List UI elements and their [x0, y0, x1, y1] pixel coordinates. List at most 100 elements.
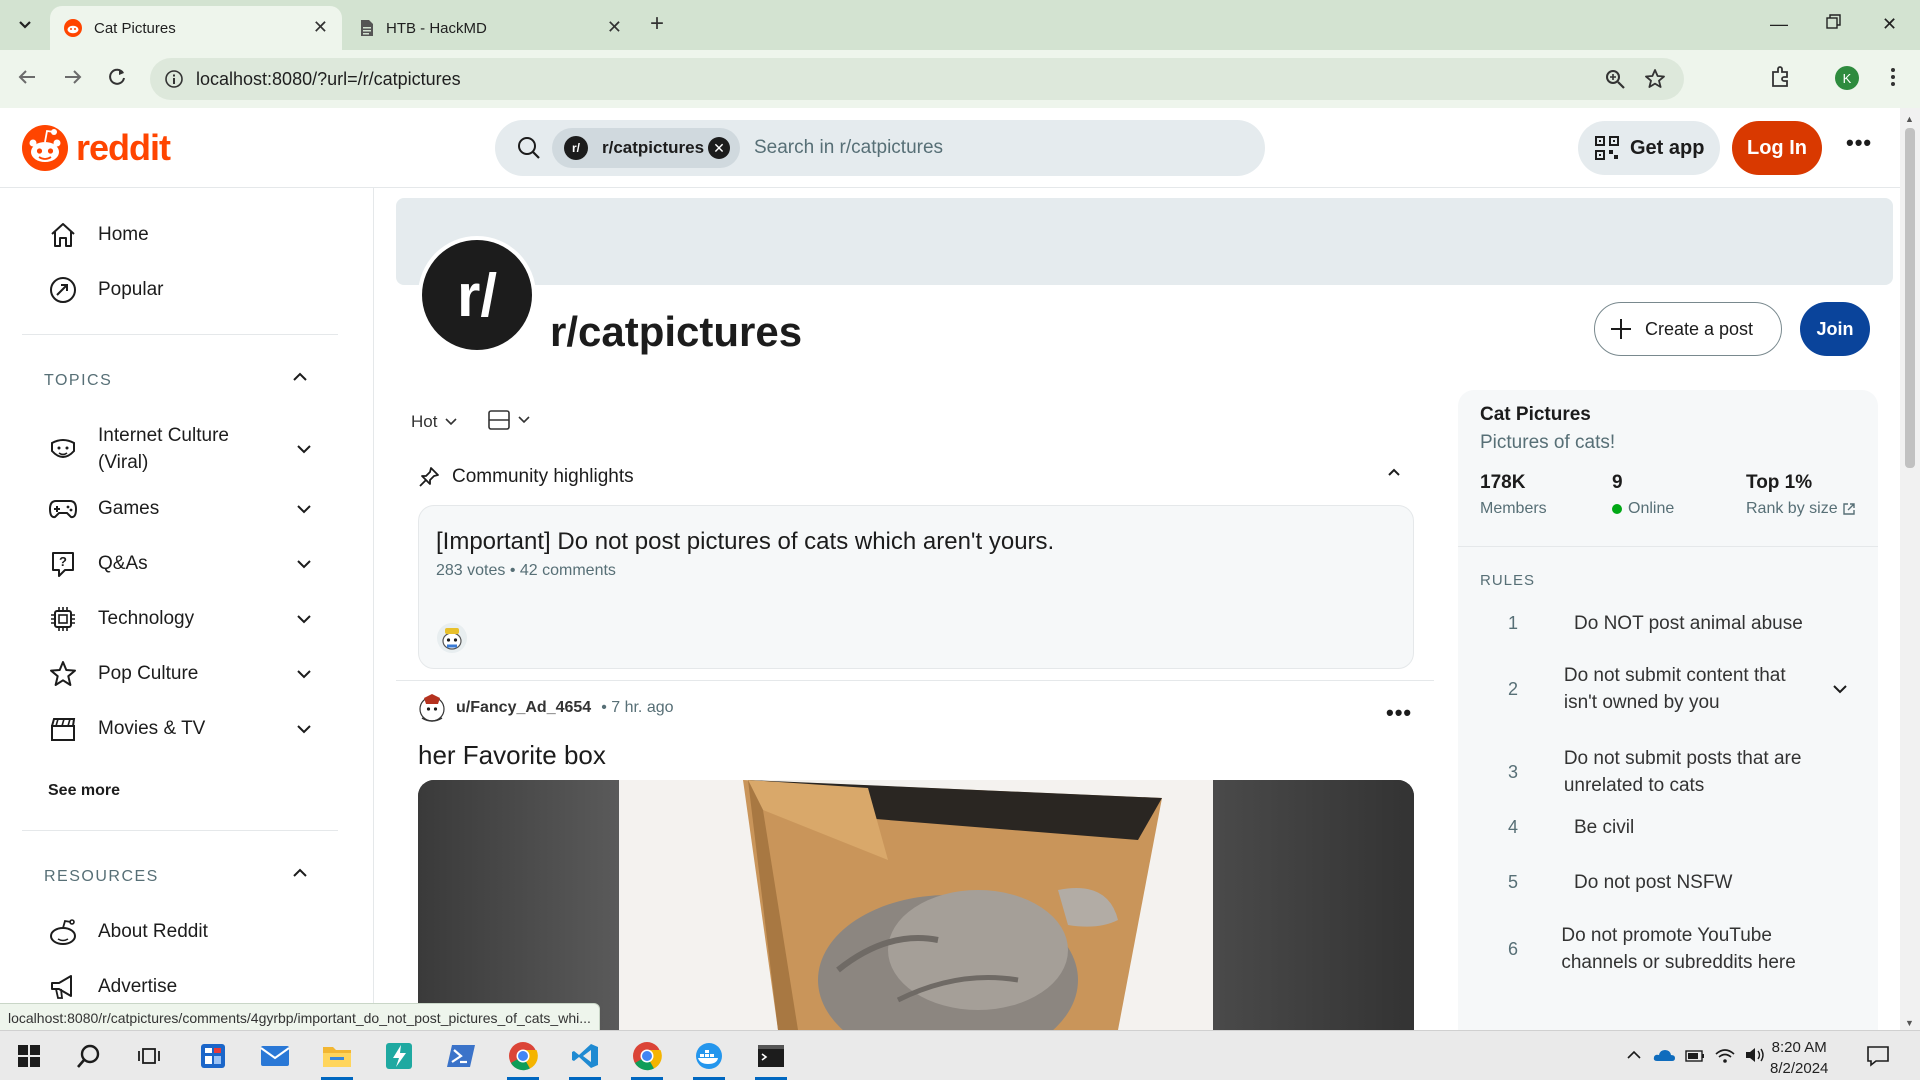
sidebar-item-technology[interactable]: Technology	[48, 604, 311, 634]
chevron-down-icon	[518, 416, 530, 424]
sidebar-item-advertise[interactable]: Advertise	[48, 972, 177, 1002]
chevron-up-icon[interactable]	[292, 868, 308, 878]
bookmark-star-icon[interactable]	[1644, 68, 1666, 90]
sidebar-item-popular[interactable]: Popular	[48, 275, 164, 305]
sidebar-item-internet-culture[interactable]: Internet Culture (Viral)	[48, 422, 311, 476]
sort-dropdown[interactable]: Hot	[411, 412, 458, 432]
chevron-down-icon[interactable]	[296, 614, 312, 624]
tab-hackmd[interactable]: HTB - HackMD ✕	[346, 6, 636, 50]
resources-header[interactable]: RESOURCES	[44, 868, 159, 886]
join-button[interactable]: Join	[1800, 302, 1870, 356]
docker-icon[interactable]	[684, 1031, 734, 1081]
chevron-down-icon[interactable]	[296, 559, 312, 569]
chrome-icon[interactable]	[622, 1031, 672, 1081]
tab-search-button[interactable]	[10, 10, 40, 40]
volume-icon[interactable]	[1744, 1046, 1766, 1064]
rule-item[interactable]: 3 Do not submit posts that are unrelated…	[1508, 745, 1808, 799]
back-arrow-icon[interactable]	[16, 66, 38, 88]
post-options-icon[interactable]: •••	[1386, 700, 1412, 726]
mail-app-icon[interactable]	[250, 1031, 300, 1081]
sidebar-item-about-reddit[interactable]: About Reddit	[48, 917, 208, 947]
sidebar-item-pop-culture[interactable]: Pop Culture	[48, 659, 311, 689]
task-view-icon[interactable]	[124, 1031, 174, 1081]
close-tab-icon[interactable]: ✕	[607, 18, 622, 36]
battery-icon[interactable]	[1684, 1046, 1706, 1064]
chevron-down-icon[interactable]	[1832, 684, 1848, 694]
chrome-icon[interactable]	[498, 1031, 548, 1081]
stat-value: 178K	[1480, 472, 1526, 493]
bolt-app-icon[interactable]	[374, 1031, 424, 1081]
rule-item[interactable]: 2 Do not submit content that isn't owned…	[1508, 662, 1808, 716]
reddit-logo[interactable]: reddit	[22, 125, 171, 171]
close-tab-icon[interactable]: ✕	[313, 18, 328, 36]
rule-item[interactable]: 5 Do not post NSFW	[1508, 869, 1838, 896]
site-info-icon[interactable]	[164, 69, 184, 89]
chevron-down-icon[interactable]	[296, 444, 312, 454]
search-bar[interactable]: r/ r/catpictures ✕ Search in r/catpictur…	[495, 120, 1265, 176]
post-image[interactable]	[418, 780, 1414, 1030]
topics-header[interactable]: TOPICS	[44, 372, 112, 390]
search-scope-chip[interactable]: r/ r/catpictures ✕	[552, 128, 740, 168]
search-input[interactable]: Search in r/catpictures	[754, 137, 943, 159]
rule-item[interactable]: 1 Do NOT post animal abuse	[1508, 610, 1838, 637]
notification-icon[interactable]	[1866, 1045, 1890, 1067]
create-post-button[interactable]: Create a post	[1594, 302, 1782, 356]
post-title[interactable]: her Favorite box	[418, 740, 606, 771]
scroll-down-icon[interactable]: ▼	[1905, 1018, 1914, 1028]
post-author-link[interactable]: u/Fancy_Ad_4654	[456, 699, 591, 717]
stat-rank[interactable]: Top 1% Rank by size	[1746, 472, 1856, 518]
calculator-app-icon[interactable]	[188, 1031, 238, 1081]
file-explorer-icon[interactable]	[312, 1031, 362, 1081]
megaphone-icon	[48, 972, 78, 1002]
windows-start-icon[interactable]	[4, 1031, 54, 1081]
chevron-up-icon[interactable]	[1626, 1046, 1642, 1064]
chevron-up-icon[interactable]	[1388, 468, 1400, 476]
search-icon	[517, 136, 541, 160]
onedrive-icon[interactable]	[1652, 1046, 1676, 1064]
post-time: • 7 hr. ago	[601, 699, 674, 716]
reload-icon[interactable]	[106, 66, 128, 88]
scroll-up-icon[interactable]: ▲	[1905, 114, 1914, 124]
rule-item[interactable]: 4 Be civil	[1508, 814, 1838, 841]
sidebar-item-movies-tv[interactable]: Movies & TV	[48, 714, 311, 744]
rule-text: Do not submit content that isn't owned b…	[1563, 665, 1786, 713]
scrollbar-thumb[interactable]	[1905, 128, 1915, 468]
powershell-icon[interactable]	[436, 1031, 486, 1081]
view-layout-dropdown[interactable]	[488, 410, 530, 430]
restore-icon[interactable]	[1826, 14, 1842, 30]
profile-avatar[interactable]: K	[1835, 66, 1859, 90]
more-options-icon[interactable]: •••	[1846, 132, 1872, 154]
tab-cat-pictures[interactable]: Cat Pictures ✕	[50, 6, 342, 50]
address-bar[interactable]: localhost:8080/?url=/r/catpictures	[150, 58, 1684, 100]
clear-scope-icon[interactable]: ✕	[708, 137, 730, 159]
page-scrollbar[interactable]: ▲ ▼	[1900, 108, 1920, 1030]
sidebar-item-qas[interactable]: ? Q&As	[48, 549, 311, 579]
highlight-title[interactable]: [Important] Do not post pictures of cats…	[436, 528, 1054, 556]
close-window-icon[interactable]: ✕	[1882, 14, 1897, 35]
zoom-icon[interactable]	[1604, 68, 1626, 90]
search-icon[interactable]	[64, 1031, 114, 1081]
new-tab-button[interactable]: +	[650, 12, 664, 36]
minimize-icon[interactable]: —	[1770, 14, 1788, 35]
browser-tab-bar: Cat Pictures ✕ HTB - HackMD ✕ + — ✕	[0, 0, 1920, 50]
terminal-icon[interactable]	[746, 1031, 796, 1081]
get-app-button[interactable]: Get app	[1578, 121, 1720, 175]
chevron-up-icon[interactable]	[292, 372, 308, 382]
browser-menu-icon[interactable]	[1890, 66, 1896, 88]
chevron-down-icon[interactable]	[296, 724, 312, 734]
rule-item[interactable]: 6 Do not promote YouTube channels or sub…	[1508, 922, 1808, 976]
author-avatar[interactable]	[418, 692, 446, 724]
forward-arrow-icon[interactable]	[62, 66, 84, 88]
sidebar-item-home[interactable]: Home	[48, 220, 149, 250]
extensions-icon[interactable]	[1770, 65, 1792, 89]
highlight-card[interactable]: [Important] Do not post pictures of cats…	[418, 505, 1414, 669]
see-more-link[interactable]: See more	[48, 782, 120, 800]
login-button[interactable]: Log In	[1732, 121, 1822, 175]
system-clock[interactable]: 8:20 AM 8/2/2024	[1770, 1037, 1828, 1079]
vscode-icon[interactable]	[560, 1031, 610, 1081]
sidebar-item-games[interactable]: Games	[48, 494, 311, 524]
wifi-icon[interactable]	[1714, 1046, 1736, 1064]
chevron-down-icon[interactable]	[296, 669, 312, 679]
reddit-wordmark: reddit	[76, 127, 171, 168]
chevron-down-icon[interactable]	[296, 504, 312, 514]
